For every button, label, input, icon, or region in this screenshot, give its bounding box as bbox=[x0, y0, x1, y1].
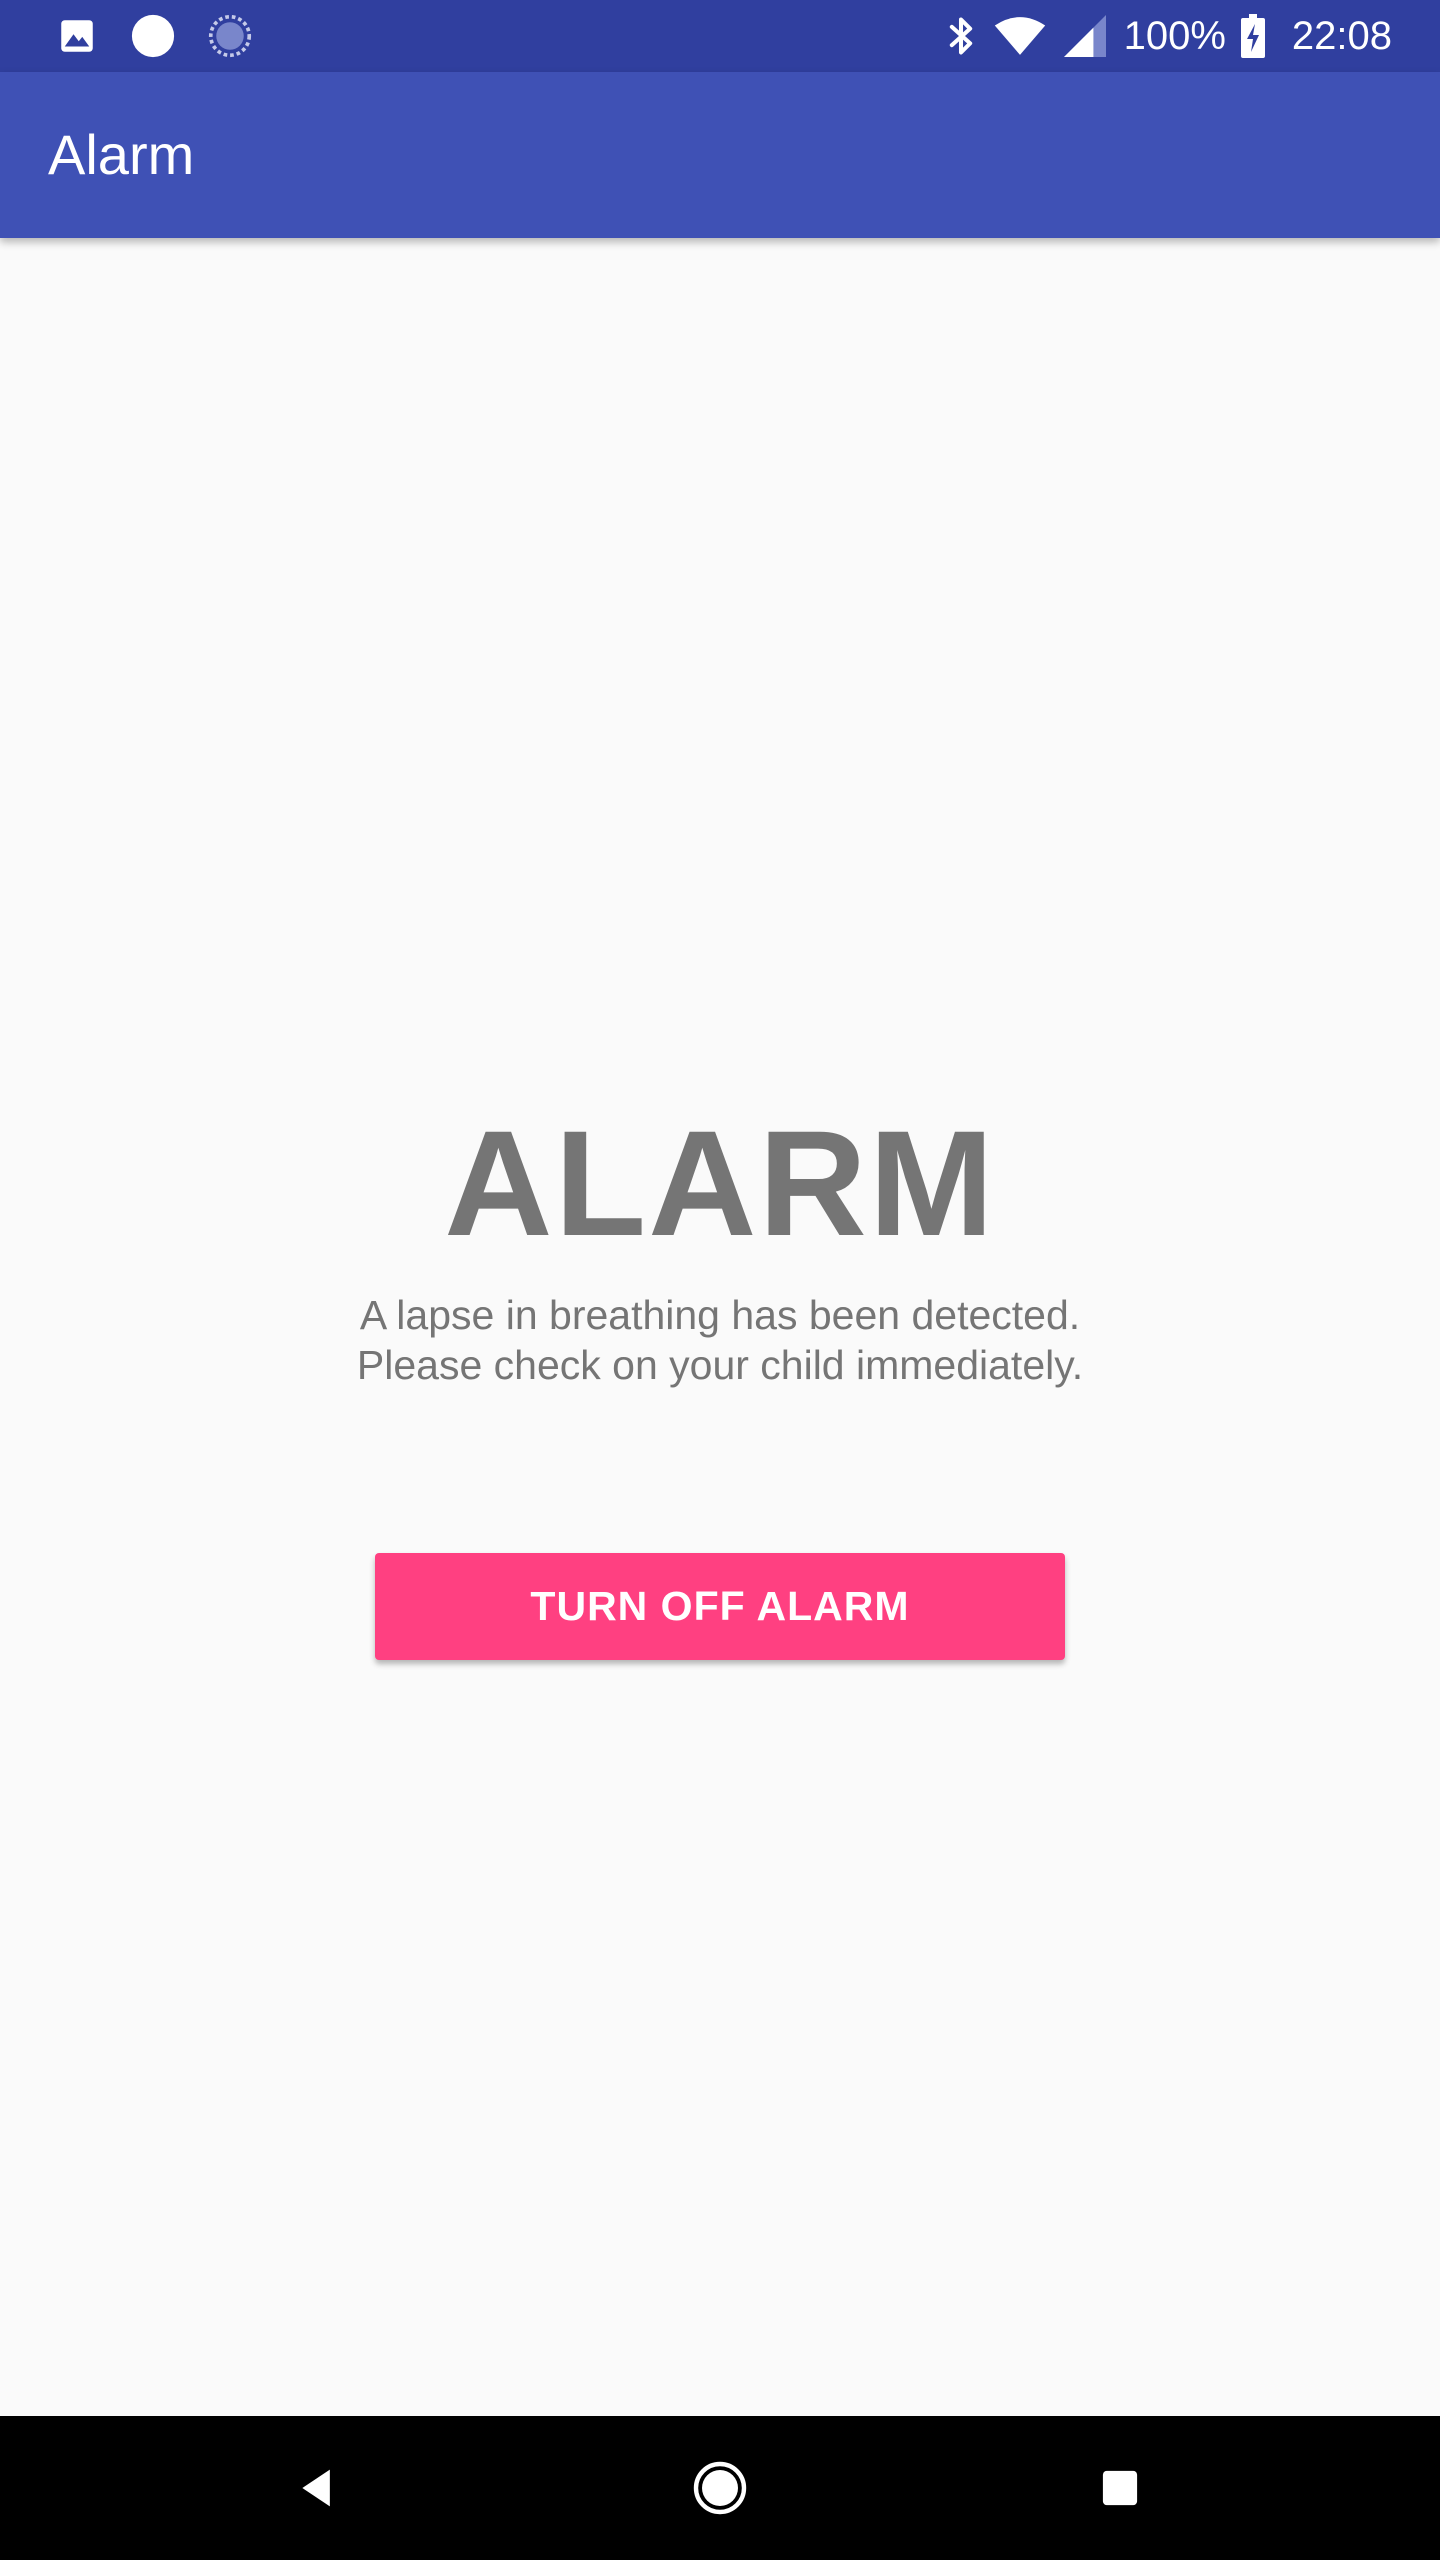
bluetooth-icon bbox=[949, 17, 972, 55]
alarm-message-line: A lapse in breathing has been detected. bbox=[359, 1292, 1081, 1338]
recents-button[interactable] bbox=[1080, 2448, 1160, 2528]
app-title: Alarm bbox=[48, 123, 195, 186]
alarm-screen: ALARM A lapse in breathing has been dete… bbox=[0, 238, 1440, 2416]
circle-notification-icon bbox=[131, 14, 175, 58]
home-icon bbox=[693, 2461, 747, 2515]
system-status-icons: 100% 22:08 bbox=[946, 10, 1392, 62]
sync-notification-icon bbox=[208, 14, 252, 58]
notification-icons bbox=[56, 14, 252, 58]
home-button[interactable] bbox=[680, 2448, 760, 2528]
navigation-bar bbox=[0, 2416, 1440, 2560]
recents-icon bbox=[1102, 2470, 1138, 2506]
clock: 22:08 bbox=[1291, 14, 1392, 58]
alarm-message: A lapse in breathing has been detected. … bbox=[0, 1290, 1440, 1390]
back-button[interactable] bbox=[277, 2448, 357, 2528]
wifi-icon bbox=[994, 17, 1045, 55]
battery-percentage: 100% bbox=[1123, 14, 1226, 58]
cell-signal-icon bbox=[1063, 15, 1106, 57]
turn-off-alarm-button[interactable]: TURN OFF ALARM bbox=[375, 1553, 1065, 1660]
battery-charging-icon bbox=[1240, 14, 1265, 58]
alarm-message-line: Please check on your child immediately. bbox=[356, 1342, 1084, 1388]
back-icon bbox=[302, 2469, 330, 2507]
status-bar: 100% 22:08 bbox=[0, 0, 1440, 72]
image-notification-icon bbox=[61, 20, 93, 52]
alarm-heading: ALARM bbox=[444, 1099, 996, 1267]
app-bar: Alarm bbox=[0, 72, 1440, 238]
